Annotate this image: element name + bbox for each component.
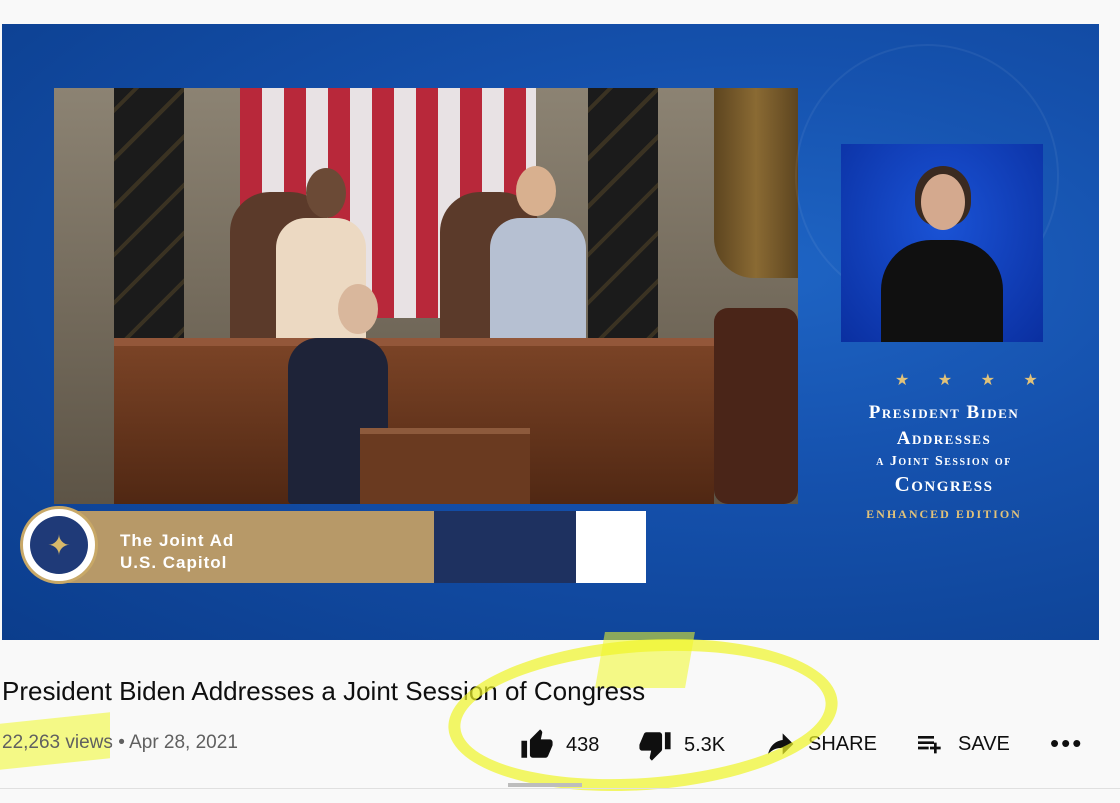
like-ratio-bar [508,783,582,787]
title-card-line1: President Biden [868,402,1020,423]
sign-language-interpreter [841,144,1043,342]
banner-white [576,511,646,583]
banner-navy [434,511,576,583]
divider-line [0,788,1120,789]
views-date: 22,263 views • Apr 28, 2021 [2,732,238,754]
head-vp [306,168,346,218]
gold-wreath-decoration [714,88,798,278]
save-label: SAVE [958,732,1010,755]
interpreter-body [881,240,1003,342]
lower-third-text: The Joint Ad U.S. Capitol [120,530,234,574]
save-button[interactable]: SAVE [912,728,1010,760]
person-speaker [490,218,586,358]
title-card-stars: ★ ★ ★ ★ [895,372,1050,389]
video-main-scene [54,88,798,504]
more-horizontal-icon: ••• [1050,728,1084,758]
lower-third-line2: U.S. Capitol [120,553,228,572]
more-options-button[interactable]: ••• [1050,728,1083,759]
title-card-line2: Addresses [896,428,992,449]
podium [360,428,530,504]
title-card-line5: ENHANCED EDITION [866,507,1022,521]
yellow-circle-annotation [443,626,843,803]
side-chair [714,308,798,504]
lower-third-banner: ✦ The Joint Ad U.S. Capitol [20,506,646,586]
interpreter-face [921,174,965,230]
banner-gold [62,511,434,583]
title-card: President Biden Addresses a Joint Sessio… [826,402,1062,522]
title-card-line4: Congress [894,472,994,496]
upload-date: Apr 28, 2021 [129,732,238,753]
view-count: 22,263 views [2,732,113,753]
lower-third-line1: The Joint Ad [120,531,235,550]
head-president [338,284,378,334]
playlist-add-icon [918,736,941,754]
title-card-line3: a Joint Session of [876,454,1012,469]
dot-separator: • [118,732,130,753]
eagle-seal-icon: ✦ [20,506,98,584]
head-speaker [516,166,556,216]
